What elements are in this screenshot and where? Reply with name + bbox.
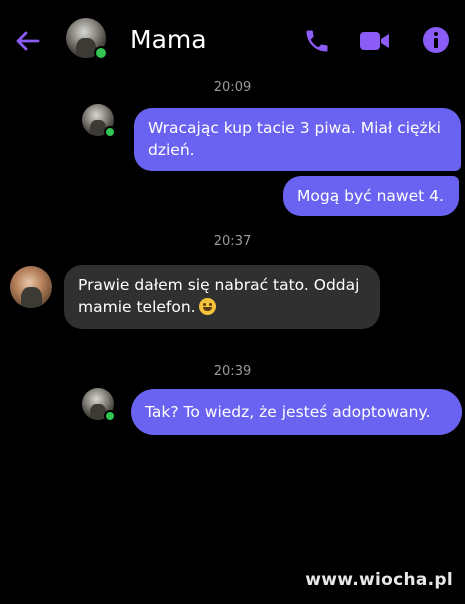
message-bubble-outgoing[interactable]: Mogą być nawet 4. xyxy=(283,176,459,216)
back-arrow-icon[interactable] xyxy=(12,26,42,56)
message-bubble-outgoing[interactable]: Tak? To wiedz, że jesteś adoptowany. xyxy=(131,389,462,435)
message-text: Wracając kup tacie 3 piwa. Miał ciężki xyxy=(148,119,441,137)
sender-avatar[interactable] xyxy=(10,266,52,308)
message-text: mamie telefon. xyxy=(78,298,196,316)
message-text: Prawie dałem się nabrać tato. Oddaj xyxy=(78,276,360,294)
online-status-dot xyxy=(94,46,108,60)
watermark: www.wiocha.pl xyxy=(305,570,453,590)
message-timestamp: 20:37 xyxy=(213,234,252,249)
message-timestamp: 20:39 xyxy=(213,364,252,379)
message-avatar xyxy=(82,388,116,422)
message-timestamp: 20:09 xyxy=(213,80,252,95)
message-text: dzień. xyxy=(148,141,195,159)
online-status-dot xyxy=(104,126,116,138)
message-bubble-incoming[interactable]: Prawie dałem się nabrać tato. Oddaj mami… xyxy=(64,265,380,329)
chat-header: Mama xyxy=(0,0,465,80)
message-bubble-outgoing[interactable]: Wracając kup tacie 3 piwa. Miał ciężki d… xyxy=(134,108,461,171)
info-icon[interactable] xyxy=(422,26,450,54)
video-camera-icon[interactable] xyxy=(358,29,392,53)
contact-avatar[interactable] xyxy=(66,18,108,60)
message-avatar xyxy=(82,104,116,138)
message-text: Mogą być nawet 4. xyxy=(297,187,444,205)
message-text: Tak? To wiedz, że jesteś adoptowany. xyxy=(145,403,431,421)
smiling-face-with-sweat-emoji xyxy=(198,298,216,315)
contact-name[interactable]: Mama xyxy=(130,25,207,55)
phone-icon[interactable] xyxy=(303,27,331,55)
online-status-dot xyxy=(104,410,116,422)
